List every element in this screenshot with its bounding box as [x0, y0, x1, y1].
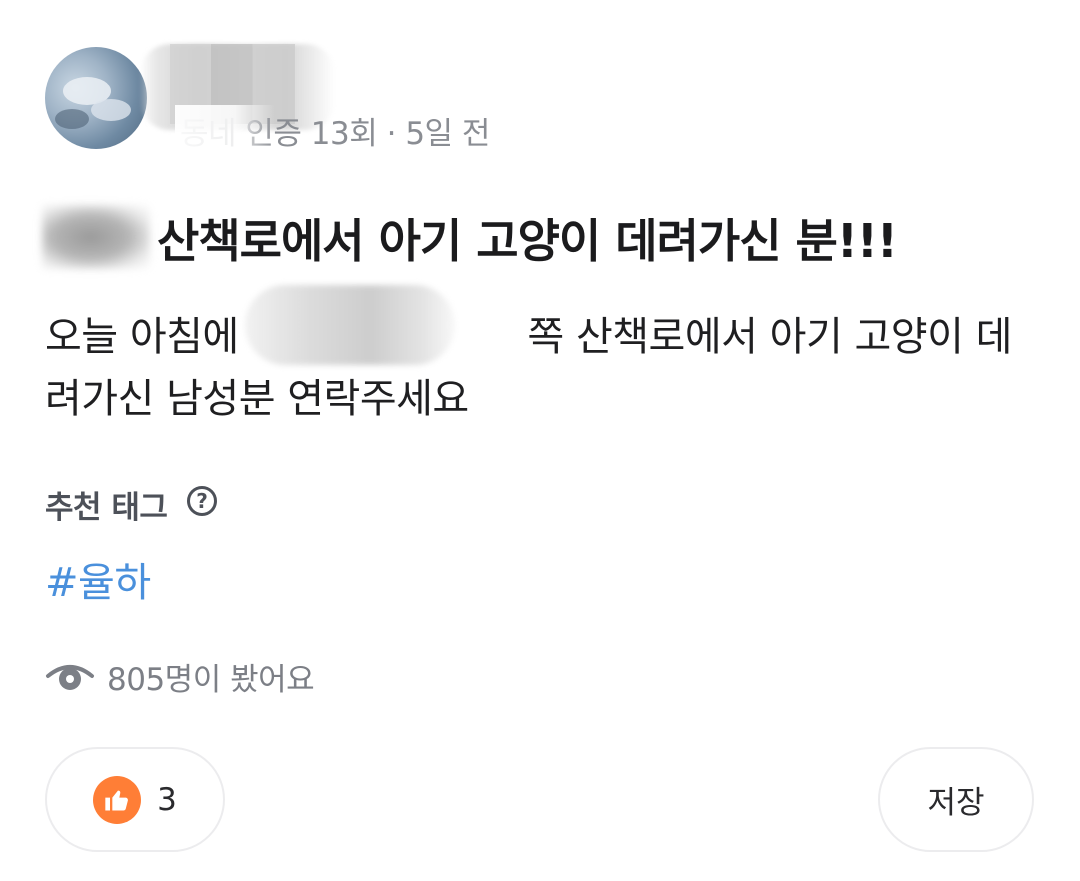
like-button[interactable]: 3 [45, 747, 225, 852]
post-body: 오늘 아침에 쪽 산책로에서 아기 고양이 데려가신 남성분 연락주세요 [45, 314, 1012, 422]
save-button[interactable]: 저장 [878, 747, 1034, 852]
help-icon[interactable]: ? [187, 486, 217, 516]
post-body-redaction [245, 285, 455, 365]
like-count: 3 [157, 781, 177, 818]
view-count: 805명이 봤어요 [45, 654, 315, 698]
post-title: 산책로에서 아기 고양이 데려가신 분!!! [45, 205, 898, 271]
post-title-text: 산책로에서 아기 고양이 데려가신 분!!! [157, 214, 898, 268]
post-meta-redaction [175, 105, 275, 147]
recommended-tags-label: 추천 태그 [45, 490, 168, 526]
thumbs-up-icon [93, 775, 142, 824]
eye-icon [46, 665, 94, 690]
hashtag-link[interactable]: #율하 [45, 550, 151, 608]
view-count-text: 805명이 봤어요 [107, 661, 315, 698]
author-avatar[interactable] [45, 47, 147, 149]
post-title-redaction [42, 205, 150, 269]
